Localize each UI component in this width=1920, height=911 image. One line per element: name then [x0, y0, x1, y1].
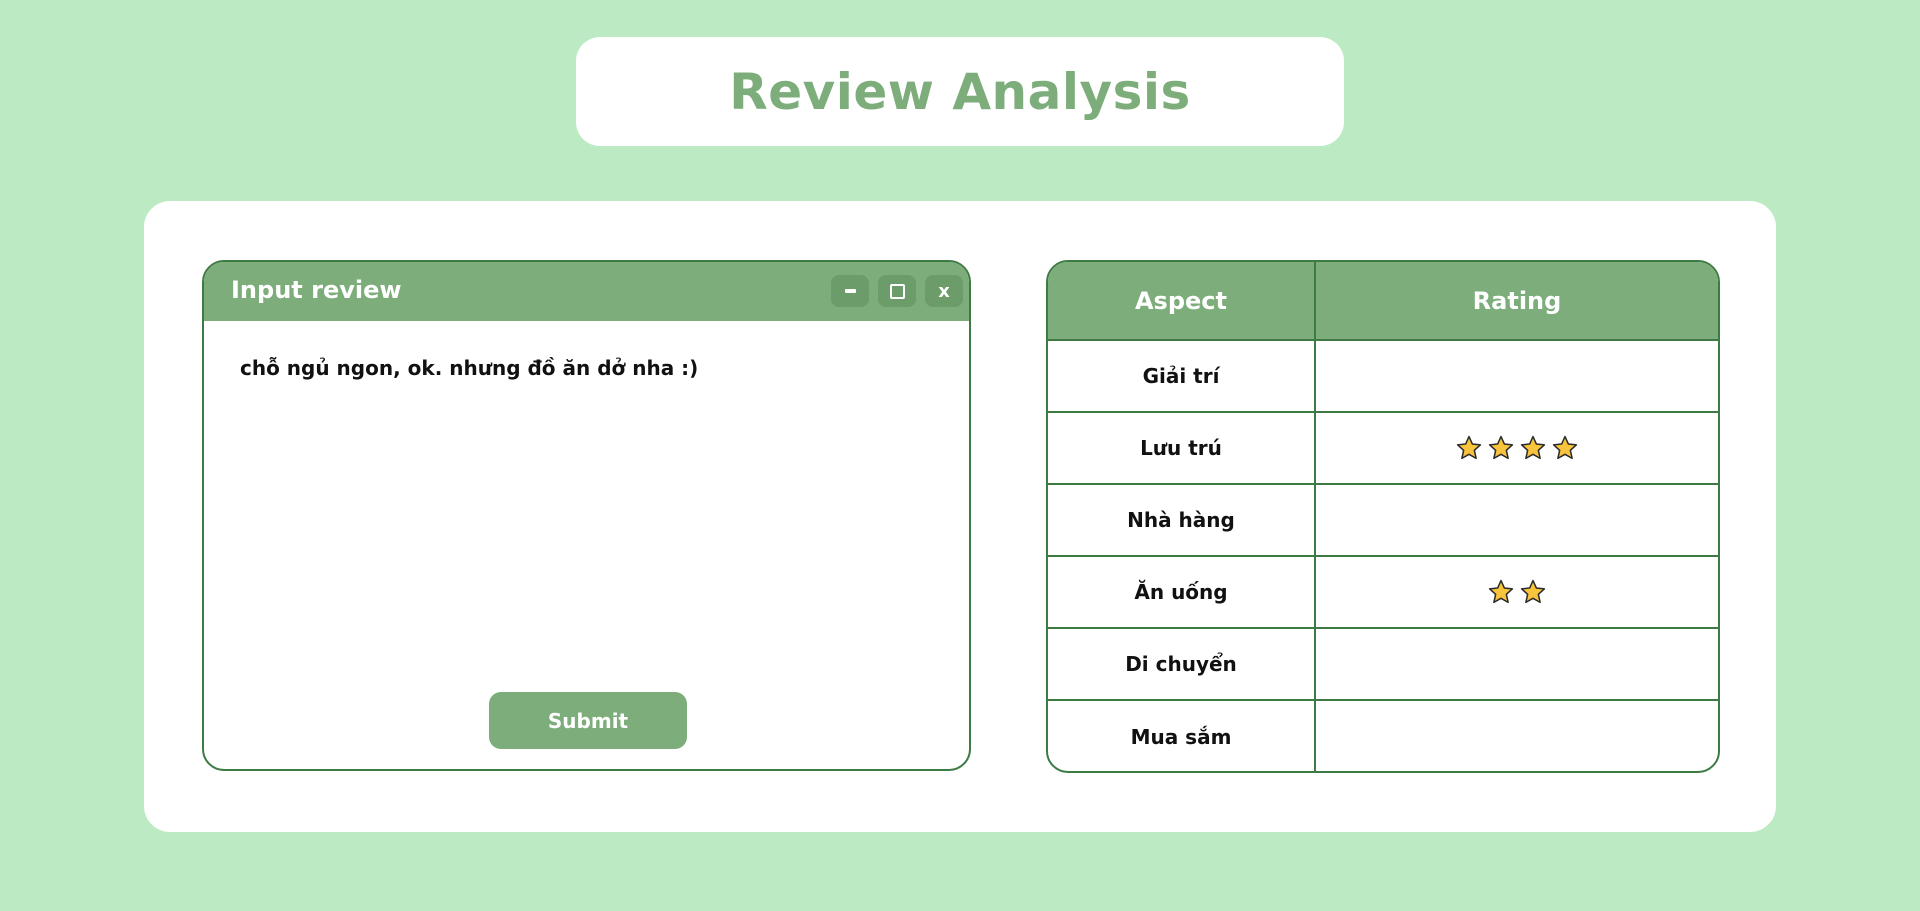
close-button[interactable]: x	[925, 275, 963, 307]
star-icon	[1520, 435, 1546, 460]
input-review-window: Input review x chỗ ngủ ngon, ok. nhưng đ…	[202, 260, 971, 771]
star-icon	[1520, 579, 1546, 604]
close-icon: x	[938, 280, 950, 302]
rating-cell	[1316, 701, 1718, 771]
rating-cell	[1316, 413, 1718, 483]
main-card: Input review x chỗ ngủ ngon, ok. nhưng đ…	[144, 201, 1776, 832]
star-icon	[1488, 435, 1514, 460]
aspect-cell: Di chuyển	[1048, 629, 1316, 699]
title-card: Review Analysis	[576, 37, 1344, 146]
column-header-aspect: Aspect	[1048, 262, 1316, 339]
rating-table: Aspect Rating Giải trí Lưu trú Nhà hàng …	[1046, 260, 1720, 773]
table-row: Ăn uống	[1048, 557, 1718, 629]
star-rating	[1487, 578, 1547, 606]
table-row: Lưu trú	[1048, 413, 1718, 485]
submit-button[interactable]: Submit	[489, 692, 687, 749]
table-row: Giải trí	[1048, 341, 1718, 413]
aspect-cell: Mua sắm	[1048, 701, 1316, 771]
star-icon	[1456, 435, 1482, 460]
column-header-rating: Rating	[1472, 286, 1562, 315]
page-title: Review Analysis	[729, 62, 1191, 121]
maximize-icon	[889, 283, 905, 299]
aspect-cell: Lưu trú	[1048, 413, 1316, 483]
rating-cell	[1316, 341, 1718, 411]
table-row: Nhà hàng	[1048, 485, 1718, 557]
table-header-row: Aspect Rating	[1048, 262, 1718, 341]
window-title: Input review	[231, 276, 402, 304]
aspect-cell: Nhà hàng	[1048, 485, 1316, 555]
aspect-cell: Giải trí	[1048, 341, 1316, 411]
table-row: Di chuyển	[1048, 629, 1718, 701]
star-icon	[1552, 435, 1578, 460]
review-textarea[interactable]: chỗ ngủ ngon, ok. nhưng đồ ăn dở nha :)	[240, 356, 698, 380]
table-body: Giải trí Lưu trú Nhà hàng Ăn uống Di chu…	[1048, 341, 1718, 771]
rating-cell	[1316, 629, 1718, 699]
maximize-button[interactable]	[878, 275, 916, 307]
window-header: Input review x	[204, 262, 969, 321]
minimize-icon	[844, 289, 856, 293]
star-icon	[1488, 579, 1514, 604]
rating-cell	[1316, 557, 1718, 627]
aspect-cell: Ăn uống	[1048, 557, 1316, 627]
rating-cell	[1316, 485, 1718, 555]
table-row: Mua sắm	[1048, 701, 1718, 771]
minimize-button[interactable]	[831, 275, 869, 307]
star-rating	[1455, 434, 1579, 462]
